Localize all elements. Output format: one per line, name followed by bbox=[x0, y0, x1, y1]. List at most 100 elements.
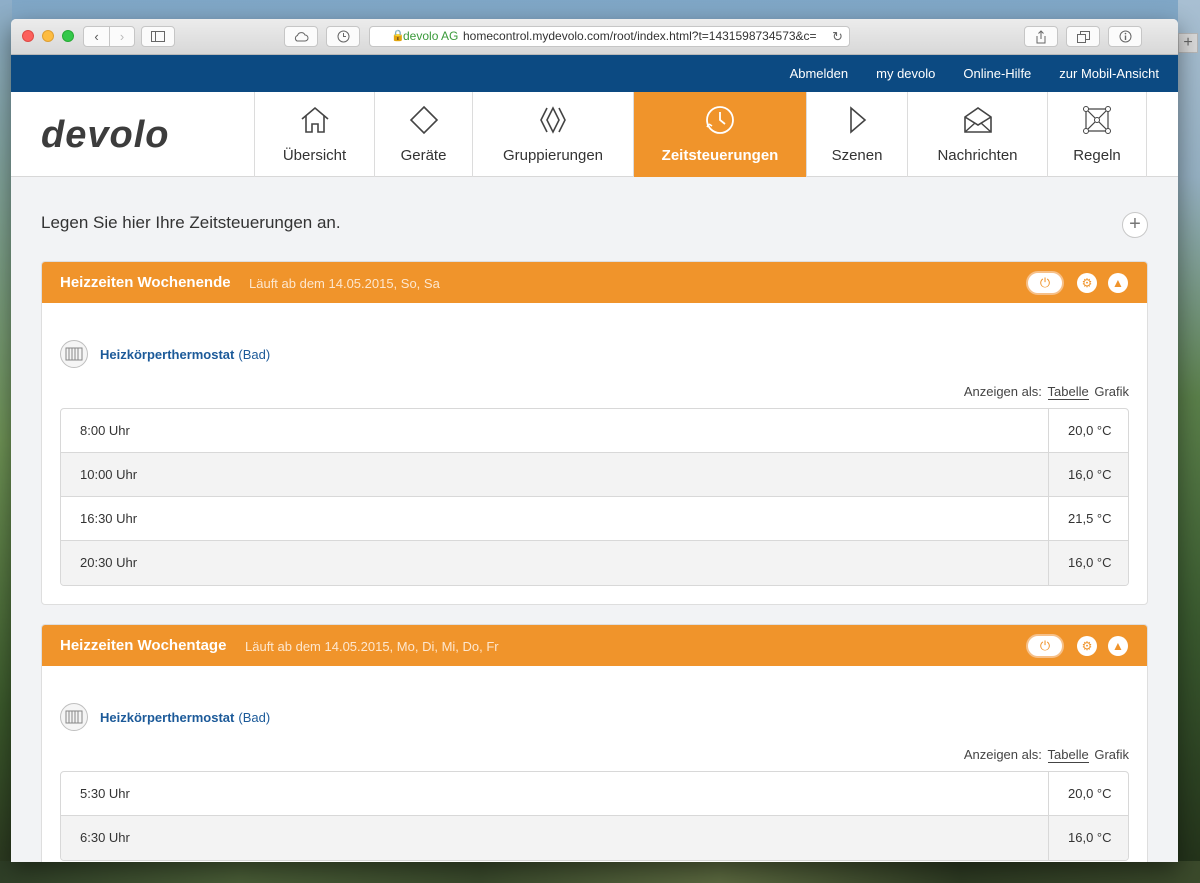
nav-item-label: Zeitsteuerungen bbox=[661, 147, 779, 164]
cloud-icon bbox=[294, 32, 309, 42]
show-tabs-button[interactable] bbox=[1066, 26, 1100, 47]
info-icon bbox=[1119, 30, 1131, 43]
view-as-switcher: Anzeigen als: Tabelle Grafik bbox=[964, 384, 1129, 400]
schedule-temperature: 16,0 °C bbox=[1068, 830, 1112, 845]
gear-icon: ⚙ bbox=[1081, 276, 1093, 290]
nav-item-schedules[interactable]: Zeitsteuerungen bbox=[634, 92, 807, 177]
zoom-window-button[interactable] bbox=[62, 30, 74, 42]
url-text[interactable]: homecontrol.mydevolo.com/root/index.html… bbox=[463, 27, 823, 46]
schedule-temperature: 21,5 °C bbox=[1068, 511, 1112, 526]
nav-item-messages[interactable]: Nachrichten bbox=[908, 92, 1048, 177]
schedule-title: Heizzeiten Wochenende bbox=[60, 274, 231, 291]
mobile-view-link[interactable]: zur Mobil-Ansicht bbox=[1059, 66, 1159, 81]
power-icon: ⏻ bbox=[1039, 638, 1051, 653]
nav-item-groups[interactable]: Gruppierungen bbox=[473, 92, 634, 177]
schedule-subtitle: Läuft ab dem 14.05.2015, Mo, Di, Mi, Do,… bbox=[245, 639, 499, 654]
new-tab-plus-icon[interactable]: + bbox=[1178, 33, 1198, 53]
schedule-card: Heizzeiten Wochentage Läuft ab dem 14.05… bbox=[41, 624, 1148, 862]
power-toggle[interactable]: ⏻ bbox=[1026, 271, 1064, 295]
view-as-table-tab[interactable]: Tabelle bbox=[1047, 384, 1089, 400]
clock-icon bbox=[706, 106, 734, 134]
settings-button[interactable]: ⚙ bbox=[1077, 273, 1097, 293]
history-button[interactable] bbox=[326, 26, 360, 47]
power-toggle[interactable]: ⏻ bbox=[1026, 634, 1064, 658]
schedule-table: 8:00 Uhr 20,0 °C 10:00 Uhr 16,0 °C 16:30 U… bbox=[60, 408, 1129, 586]
schedule-temperature: 20,0 °C bbox=[1068, 786, 1112, 801]
device-room: (Bad) bbox=[238, 346, 271, 362]
view-as-graph-tab[interactable]: Grafik bbox=[1094, 384, 1129, 399]
schedule-card-header[interactable]: Heizzeiten Wochentage Läuft ab dem 14.05… bbox=[42, 625, 1147, 666]
nav-item-scenes[interactable]: Szenen bbox=[807, 92, 908, 177]
plus-icon: + bbox=[1129, 213, 1141, 235]
nav-item-label: Szenen bbox=[831, 147, 883, 164]
schedule-temperature: 16,0 °C bbox=[1068, 467, 1112, 482]
radiator-icon bbox=[60, 703, 88, 731]
logout-link[interactable]: Abmelden bbox=[790, 66, 849, 81]
view-as-label: Anzeigen als: bbox=[963, 747, 1042, 762]
desktop-background-bottom bbox=[0, 861, 1200, 883]
share-button[interactable] bbox=[1024, 26, 1058, 47]
schedule-subtitle: Läuft ab dem 14.05.2015, So, Sa bbox=[249, 276, 440, 291]
nav-item-label: Gruppierungen bbox=[502, 147, 604, 164]
gear-icon: ⚙ bbox=[1081, 639, 1093, 653]
schedule-temperature: 20,0 °C bbox=[1068, 423, 1112, 438]
nav-item-rules[interactable]: Regeln bbox=[1048, 92, 1147, 177]
devolo-logo: devolo bbox=[41, 114, 170, 156]
sidebar-toggle-button[interactable] bbox=[141, 26, 175, 47]
logo-area[interactable]: devolo bbox=[11, 92, 255, 177]
table-row[interactable]: 5:30 Uhr 20,0 °C bbox=[61, 772, 1128, 816]
table-row[interactable]: 6:30 Uhr 16,0 °C bbox=[61, 816, 1128, 860]
minimize-window-button[interactable] bbox=[42, 30, 54, 42]
table-row[interactable]: 10:00 Uhr 16,0 °C bbox=[61, 453, 1128, 497]
table-row[interactable]: 16:30 Uhr 21,5 °C bbox=[61, 497, 1128, 541]
device-room: (Bad) bbox=[238, 709, 271, 725]
online-help-link[interactable]: Online-Hilfe bbox=[963, 66, 1031, 81]
nav-item-overview[interactable]: Übersicht bbox=[255, 92, 375, 177]
table-row[interactable]: 8:00 Uhr 20,0 °C bbox=[61, 409, 1128, 453]
collapse-button[interactable]: ▲ bbox=[1108, 636, 1128, 656]
icloud-tabs-button[interactable] bbox=[284, 26, 318, 47]
view-as-table-tab[interactable]: Tabelle bbox=[1047, 747, 1089, 763]
schedule-card-header[interactable]: Heizzeiten Wochenende Läuft ab dem 14.05… bbox=[42, 262, 1147, 303]
close-window-button[interactable] bbox=[22, 30, 34, 42]
my-devolo-link[interactable]: my devolo bbox=[876, 66, 935, 81]
browser-titlebar: ‹ › 🔒 devolo AG homecontrol.mydevolo.com/… bbox=[11, 19, 1178, 55]
schedule-title: Heizzeiten Wochentage bbox=[60, 637, 227, 654]
account-bar: Abmelden my devolo Online-Hilfe zur Mobi… bbox=[11, 55, 1178, 92]
clock-history-icon bbox=[337, 30, 349, 43]
triangle-up-icon: ▲ bbox=[1112, 639, 1124, 653]
schedule-time: 20:30 Uhr bbox=[61, 541, 1049, 585]
nav-item-devices[interactable]: Geräte bbox=[375, 92, 473, 177]
play-icon bbox=[850, 106, 867, 134]
schedule-time: 6:30 Uhr bbox=[61, 816, 1049, 860]
nav-item-label: Regeln bbox=[1073, 147, 1121, 164]
device-row: Heizkörperthermostat (Bad) bbox=[60, 340, 270, 368]
schedule-time: 5:30 Uhr bbox=[61, 772, 1049, 815]
view-as-graph-tab[interactable]: Grafik bbox=[1094, 747, 1129, 762]
groups-icon bbox=[540, 106, 566, 134]
add-schedule-button[interactable]: + bbox=[1122, 212, 1148, 238]
device-link[interactable]: Heizkörperthermostat bbox=[100, 347, 234, 362]
nav-item-label: Geräte bbox=[400, 147, 447, 164]
chevron-left-icon[interactable]: ‹ bbox=[84, 27, 109, 46]
network-icon bbox=[1083, 106, 1111, 134]
share-icon bbox=[1036, 30, 1046, 44]
desktop-background-right bbox=[1178, 0, 1200, 883]
schedule-time: 10:00 Uhr bbox=[61, 453, 1049, 496]
view-as-switcher: Anzeigen als: Tabelle Grafik bbox=[963, 747, 1129, 763]
device-link[interactable]: Heizkörperthermostat bbox=[100, 710, 234, 725]
info-button[interactable] bbox=[1108, 26, 1142, 47]
collapse-button[interactable]: ▲ bbox=[1108, 273, 1128, 293]
table-row[interactable]: 20:30 Uhr 16,0 °C bbox=[61, 541, 1128, 585]
schedule-card: Heizzeiten Wochenende Läuft ab dem 14.05… bbox=[41, 261, 1148, 605]
tabs-icon bbox=[1076, 31, 1090, 43]
sidebar-icon bbox=[151, 31, 165, 42]
settings-button[interactable]: ⚙ bbox=[1077, 636, 1097, 656]
chevron-right-icon[interactable]: › bbox=[109, 27, 134, 46]
address-bar[interactable]: 🔒 devolo AG homecontrol.mydevolo.com/roo… bbox=[369, 26, 850, 47]
url-organization: devolo AG bbox=[403, 29, 459, 43]
reload-icon[interactable]: ↻ bbox=[832, 27, 843, 46]
page-intro: Legen Sie hier Ihre Zeitsteuerungen an. bbox=[41, 213, 341, 232]
nav-item-label: Nachrichten bbox=[937, 147, 1018, 164]
schedule-time: 16:30 Uhr bbox=[61, 497, 1049, 540]
